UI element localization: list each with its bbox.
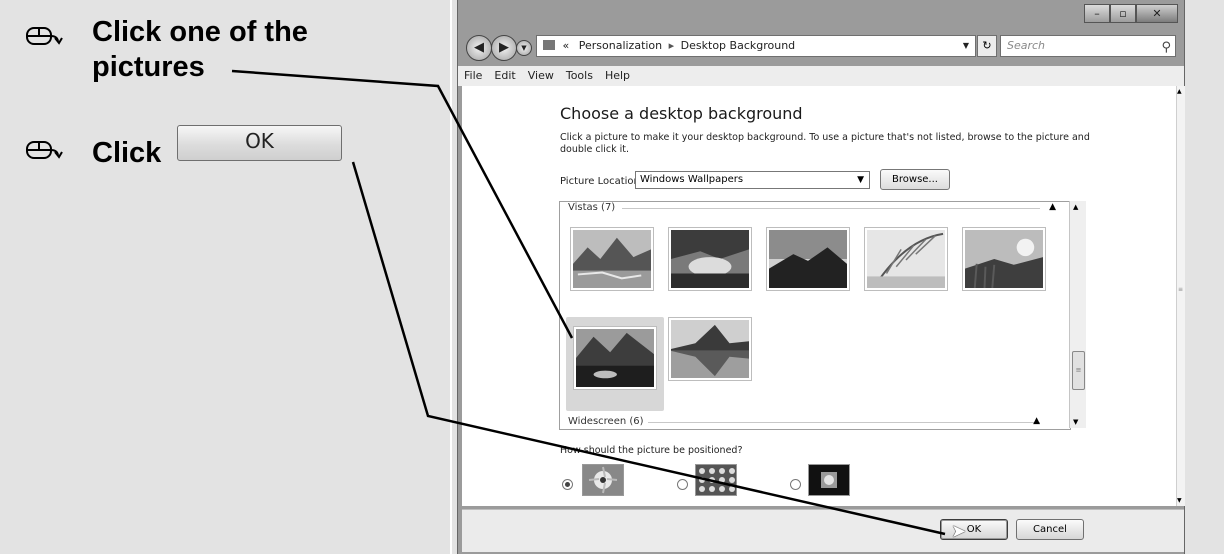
search-icon[interactable]: ⚲ (1161, 38, 1171, 58)
position-fit-icon[interactable] (582, 464, 624, 496)
position-tile-icon[interactable] (695, 464, 737, 496)
breadcrumb-desktop-background[interactable]: Desktop Background (681, 39, 796, 52)
position-radio-tile[interactable] (677, 479, 688, 490)
picture-list: Vistas (7) ▲ Widescreen (6) ▲ (559, 201, 1071, 430)
page-title: Choose a desktop background (560, 104, 803, 123)
navigation-bar: ◀ ▶ ▼ « Personalization ▸ Desktop Backgr… (458, 32, 1184, 64)
scrollbar-grip[interactable]: ≡ (1178, 286, 1183, 293)
scroll-up-icon[interactable]: ▲ (1177, 88, 1182, 95)
menu-edit[interactable]: Edit (488, 66, 521, 86)
content-area: Choose a desktop background Click a pict… (462, 86, 1176, 506)
page-description: Click a picture to make it your desktop … (560, 132, 1090, 155)
scroll-down-icon[interactable]: ▼ (1073, 418, 1078, 426)
cancel-button[interactable]: Cancel (1016, 519, 1084, 540)
wallpaper-thumbnail[interactable] (864, 227, 948, 291)
group-divider (648, 422, 1040, 423)
window-controls: – ▫ ✕ (1084, 4, 1178, 23)
right-margin (1185, 0, 1224, 554)
step1-text-line1: Click one of the (92, 16, 308, 48)
picture-list-scrollbar[interactable]: ▲ ≡ ▼ (1069, 201, 1086, 428)
wallpaper-thumbnail[interactable] (668, 317, 752, 381)
history-dropdown-icon[interactable]: ▼ (516, 40, 532, 56)
collapse-group-icon[interactable]: ▲ (1049, 202, 1056, 212)
minimize-icon[interactable]: – (1084, 4, 1110, 23)
position-radio-fit[interactable] (562, 479, 573, 490)
wallpaper-thumbnail[interactable] (668, 227, 752, 291)
picture-location-select[interactable]: Windows Wallpapers ▼ (635, 171, 870, 189)
menu-bar: File Edit View Tools Help (458, 66, 1184, 86)
window-scrollbar[interactable]: ▲ ≡ ▼ (1176, 86, 1185, 506)
menu-file[interactable]: File (458, 66, 488, 86)
breadcrumb-overflow[interactable]: « (563, 39, 570, 52)
search-placeholder: Search (1007, 39, 1046, 52)
position-question: How should the picture be positioned? (560, 445, 743, 456)
mouse-cursor-icon: ➤ (951, 521, 967, 542)
menu-tools[interactable]: Tools (560, 66, 599, 86)
control-panel-icon (543, 40, 555, 50)
scrollbar-thumb[interactable]: ≡ (1072, 351, 1085, 390)
back-arrow-icon[interactable]: ◀ (466, 35, 492, 61)
wallpaper-thumbnail[interactable] (962, 227, 1046, 291)
menu-view[interactable]: View (522, 66, 560, 86)
collapse-group-icon[interactable]: ▲ (1033, 416, 1040, 426)
mouse-icon (26, 141, 63, 159)
menu-help[interactable]: Help (599, 66, 636, 86)
instructions-panel: Click one of the pictures Click OK (0, 0, 450, 554)
address-dropdown-icon[interactable]: ▼ (963, 36, 969, 56)
close-icon[interactable]: ✕ (1136, 4, 1178, 23)
chevron-down-icon: ▼ (857, 175, 864, 185)
picture-location-label: Picture Location (560, 176, 640, 187)
step2-text: Click (92, 137, 162, 169)
dialog-footer: OK ➤ Cancel (462, 509, 1184, 552)
scroll-down-icon[interactable]: ▼ (1177, 497, 1182, 504)
position-center-icon[interactable] (808, 464, 850, 496)
breadcrumb-personalization[interactable]: Personalization (579, 39, 662, 52)
wallpaper-thumbnail-selected[interactable] (573, 326, 657, 390)
wallpaper-thumbnail[interactable] (766, 227, 850, 291)
picture-location-value: Windows Wallpapers (640, 174, 744, 185)
scroll-up-icon[interactable]: ▲ (1073, 203, 1078, 211)
divider (450, 0, 452, 554)
desktop-background-window: – ▫ ✕ ◀ ▶ ▼ « Personalization ▸ Desktop … (457, 0, 1185, 554)
group-divider (622, 208, 1040, 209)
group-header-vistas[interactable]: Vistas (7) (568, 202, 620, 213)
group-header-widescreen[interactable]: Widescreen (6) (568, 416, 644, 427)
tutorial-slide: Click one of the pictures Click OK – ▫ ✕… (0, 0, 1224, 554)
address-bar[interactable]: « Personalization ▸ Desktop Background ▼ (536, 35, 976, 57)
maximize-icon[interactable]: ▫ (1110, 4, 1136, 23)
browse-button[interactable]: Browse... (880, 169, 950, 190)
position-radio-center[interactable] (790, 479, 801, 490)
wallpaper-thumbnail[interactable] (570, 227, 654, 291)
mouse-icon (26, 27, 63, 45)
forward-arrow-icon[interactable]: ▶ (491, 35, 517, 61)
refresh-icon[interactable]: ↻ (977, 35, 997, 57)
search-input[interactable]: Search ⚲ (1000, 35, 1176, 57)
ok-button-illustration: OK (177, 125, 342, 161)
step1-text-line2: pictures (92, 51, 205, 83)
